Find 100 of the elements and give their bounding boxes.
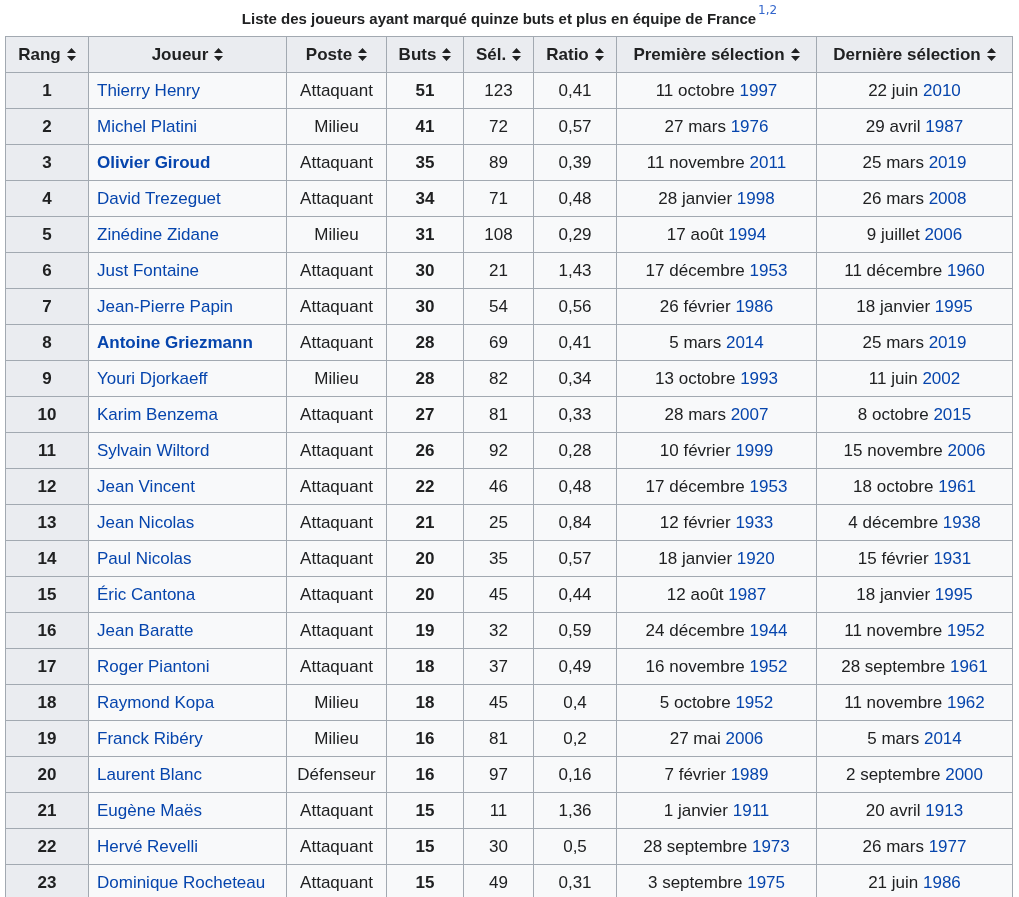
year-link[interactable]: 2000 — [945, 764, 984, 784]
year-link[interactable]: 1989 — [730, 764, 769, 784]
player-link[interactable]: Éric Cantona — [97, 584, 196, 604]
column-header[interactable]: Joueur — [88, 36, 287, 73]
date-cell: 26 mars 2008 — [816, 180, 1013, 217]
date-cell: 9 juillet 2006 — [816, 216, 1013, 253]
table-cell: Attaquant — [286, 864, 387, 897]
year-link[interactable]: 1952 — [946, 620, 985, 640]
column-header[interactable]: Ratio — [533, 36, 617, 73]
year-link[interactable]: 1973 — [751, 836, 790, 856]
year-link[interactable]: 2007 — [730, 404, 769, 424]
table-cell: 18 — [386, 684, 464, 721]
year-link[interactable]: 1960 — [946, 260, 985, 280]
year-link[interactable]: 2010 — [923, 80, 961, 100]
year-link[interactable]: 1975 — [747, 872, 786, 892]
table-cell: 0,44 — [533, 576, 617, 613]
year-link[interactable]: 2015 — [933, 404, 972, 424]
year-link[interactable]: 1994 — [728, 224, 767, 244]
player-link[interactable]: Michel Platini — [97, 116, 198, 136]
player-link[interactable]: Jean Vincent — [97, 476, 195, 496]
table-cell: Attaquant — [286, 576, 387, 613]
year-link[interactable]: 1911 — [732, 800, 770, 820]
reference-link[interactable]: 1,2 — [758, 3, 778, 17]
year-link[interactable]: 1995 — [934, 584, 973, 604]
rank-cell: 6 — [5, 252, 89, 289]
year-link[interactable]: 1933 — [735, 512, 774, 532]
year-link[interactable]: 1987 — [925, 116, 964, 136]
year-link[interactable]: 1953 — [749, 476, 788, 496]
table-cell: Milieu — [286, 720, 387, 757]
year-link[interactable]: 1995 — [934, 296, 973, 316]
year-link[interactable]: 2014 — [923, 728, 962, 748]
year-link[interactable]: 1999 — [735, 440, 774, 460]
year-link[interactable]: 1913 — [925, 800, 964, 820]
sort-icon — [790, 48, 800, 61]
column-header[interactable]: Rang — [5, 36, 89, 73]
player-link[interactable]: Jean Baratte — [97, 620, 194, 640]
year-link[interactable]: 2019 — [928, 332, 967, 352]
table-cell: 28 — [386, 360, 464, 397]
table-cell: 21 — [463, 252, 534, 289]
year-link[interactable]: 1952 — [735, 692, 774, 712]
player-link[interactable]: Jean Nicolas — [97, 512, 195, 532]
year-link[interactable]: 2011 — [749, 152, 787, 172]
player-link[interactable]: Sylvain Wiltord — [97, 440, 210, 460]
sort-icon — [594, 48, 604, 61]
rank-cell: 4 — [5, 180, 89, 217]
column-header[interactable]: Poste — [286, 36, 387, 73]
table-cell: Attaquant — [286, 468, 387, 505]
date-cell: 15 février 1931 — [816, 540, 1013, 577]
year-link[interactable]: 2008 — [928, 188, 967, 208]
year-link[interactable]: 1944 — [749, 620, 788, 640]
column-header[interactable]: Sél. — [463, 36, 534, 73]
player-link[interactable]: David Trezeguet — [97, 188, 221, 208]
year-link[interactable]: 1986 — [923, 872, 961, 892]
year-link[interactable]: 1953 — [749, 260, 788, 280]
year-link[interactable]: 1976 — [730, 116, 769, 136]
year-link[interactable]: 1938 — [942, 512, 981, 532]
player-link[interactable]: Franck Ribéry — [97, 728, 203, 748]
player-link[interactable]: Youri Djorkaeff — [97, 368, 208, 388]
column-header[interactable]: Première sélection — [616, 36, 817, 73]
player-link[interactable]: Hervé Revelli — [97, 836, 199, 856]
player-link[interactable]: Paul Nicolas — [97, 548, 192, 568]
rank-cell: 16 — [5, 612, 89, 649]
date-cell: 28 mars 2007 — [616, 396, 817, 433]
year-link[interactable]: 1961 — [949, 656, 988, 676]
player-link[interactable]: Jean-Pierre Papin — [97, 296, 234, 316]
column-header[interactable]: Buts — [386, 36, 464, 73]
player-link[interactable]: Just Fontaine — [97, 260, 200, 280]
year-link[interactable]: 2014 — [725, 332, 764, 352]
year-link[interactable]: 1993 — [740, 368, 778, 388]
player-link[interactable]: Thierry Henry — [97, 80, 200, 100]
year-link[interactable]: 1952 — [749, 656, 788, 676]
player-link[interactable]: Antoine Griezmann — [97, 332, 253, 352]
year-link[interactable]: 2006 — [924, 224, 963, 244]
year-link[interactable]: 1997 — [739, 80, 778, 100]
date-cell: 18 janvier 1995 — [816, 288, 1013, 325]
year-link[interactable]: 2019 — [928, 152, 967, 172]
player-link[interactable]: Eugène Maës — [97, 800, 202, 820]
player-link[interactable]: Raymond Kopa — [97, 692, 215, 712]
player-link[interactable]: Karim Benzema — [97, 404, 218, 424]
table-cell: 0,84 — [533, 504, 617, 541]
year-link[interactable]: 1977 — [928, 836, 967, 856]
year-link[interactable]: 2006 — [725, 728, 764, 748]
year-link[interactable]: 2006 — [947, 440, 986, 460]
table-cell: 31 — [386, 216, 464, 253]
year-link[interactable]: 1931 — [933, 548, 972, 568]
column-header[interactable]: Dernière sélection — [816, 36, 1013, 73]
year-link[interactable]: 1998 — [736, 188, 775, 208]
year-link[interactable]: 1961 — [938, 476, 976, 496]
year-link[interactable]: 1986 — [735, 296, 774, 316]
year-link[interactable]: 1920 — [736, 548, 775, 568]
player-link[interactable]: Roger Piantoni — [97, 656, 210, 676]
date-cell: 26 mars 1977 — [816, 828, 1013, 865]
table-cell: 0,41 — [533, 324, 617, 361]
player-link[interactable]: Olivier Giroud — [97, 152, 211, 172]
year-link[interactable]: 2002 — [922, 368, 961, 388]
player-link[interactable]: Dominique Rocheteau — [97, 872, 266, 892]
player-link[interactable]: Laurent Blanc — [97, 764, 202, 784]
player-link[interactable]: Zinédine Zidane — [97, 224, 219, 244]
year-link[interactable]: 1987 — [728, 584, 767, 604]
year-link[interactable]: 1962 — [946, 692, 985, 712]
